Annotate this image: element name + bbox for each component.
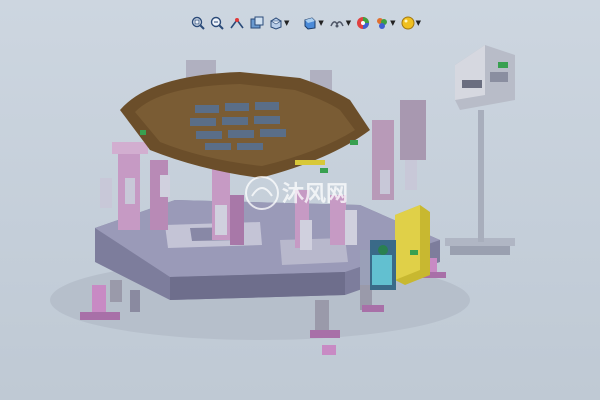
chevron-down-icon: ▼ <box>284 19 290 27</box>
section-view-icon <box>250 16 264 29</box>
apply-scene-icon <box>377 18 388 29</box>
zoom-to-area-button[interactable] <box>209 13 225 33</box>
display-style-icon <box>304 17 316 30</box>
sensor-stand[interactable] <box>445 45 515 255</box>
heads-up-view-toolbar: ▼ ▼ ▼ ▼ ▼ <box>190 12 422 34</box>
zoom-to-fit-icon <box>191 16 205 30</box>
section-view-button[interactable] <box>249 13 265 33</box>
view-settings-button[interactable]: ▼ <box>400 13 422 33</box>
view-orientation-button[interactable]: ▼ <box>268 13 290 33</box>
zoom-to-area-icon <box>210 16 224 30</box>
display-style-button[interactable]: ▼ <box>302 13 324 33</box>
previous-view-icon <box>230 18 244 29</box>
edit-appearance-button[interactable] <box>355 13 371 33</box>
previous-view-button[interactable] <box>228 13 246 33</box>
assembly-model-view[interactable]: 沐风网 <box>0 0 600 400</box>
chevron-down-icon: ▼ <box>415 19 421 27</box>
view-orientation-icon <box>269 17 283 30</box>
view-settings-icon <box>401 16 415 30</box>
apply-scene-button[interactable]: ▼ <box>374 13 396 33</box>
zoom-to-fit-button[interactable] <box>190 13 206 33</box>
watermark-text: 沐风网 <box>282 182 348 207</box>
hide-show-items-button[interactable]: ▼ <box>328 13 352 33</box>
edit-appearance-icon <box>357 17 370 29</box>
chevron-down-icon: ▼ <box>390 19 396 27</box>
hide-show-items-icon <box>330 21 344 28</box>
chevron-down-icon: ▼ <box>318 19 324 27</box>
graphics-viewport[interactable]: 沐风网 ▼ ▼ ▼ ▼ ▼ <box>0 0 600 400</box>
chevron-down-icon: ▼ <box>345 19 352 27</box>
